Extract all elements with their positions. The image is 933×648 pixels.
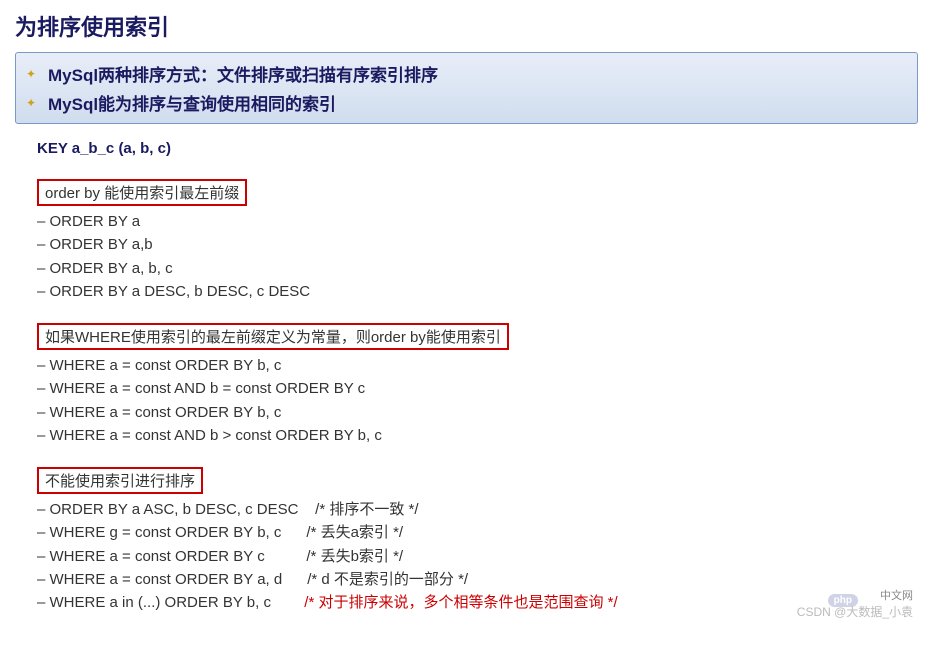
- line-text: – WHERE a = const AND b > const ORDER BY…: [37, 427, 382, 444]
- line-text: – ORDER BY a,b: [37, 236, 153, 253]
- callout-item: ✦ MySql能为排序与查询使用相同的索引: [26, 88, 907, 117]
- line-text: – WHERE a = const AND b = const ORDER BY…: [37, 380, 365, 397]
- line-text: – ORDER BY a: [37, 213, 140, 230]
- line-comment: /* d 不是索引的一部分 */: [307, 571, 468, 588]
- line-text: – WHERE a in (...) ORDER BY b, c: [37, 594, 304, 611]
- code-line: – ORDER BY a ASC, b DESC, c DESC /* 排序不一…: [37, 498, 918, 521]
- line-comment: /* 丢失b索引 */: [306, 548, 403, 565]
- callout-text: MySql能为排序与查询使用相同的索引: [48, 90, 336, 115]
- line-comment: /* 排序不一致 */: [315, 501, 418, 518]
- key-definition: KEY a_b_c (a, b, c): [37, 140, 918, 157]
- code-line: – WHERE a = const ORDER BY b, c: [37, 401, 918, 424]
- bullet-icon: ✦: [26, 96, 40, 110]
- code-line: – WHERE a = const AND b = const ORDER BY…: [37, 377, 918, 400]
- line-text: – WHERE a = const ORDER BY a, d: [37, 571, 307, 588]
- callout-item: ✦ MySql两种排序方式：文件排序或扫描有序索引排序: [26, 59, 907, 88]
- code-line: – WHERE a = const ORDER BY a, d /* d 不是索…: [37, 568, 918, 591]
- code-line: – WHERE a = const ORDER BY c /* 丢失b索引 */: [37, 545, 918, 568]
- watermark-cnnet: 中文网: [880, 587, 913, 603]
- line-text: – WHERE a = const ORDER BY c: [37, 548, 306, 565]
- section: 不能使用索引进行排序 – ORDER BY a ASC, b DESC, c DE…: [37, 467, 918, 614]
- section-header: 不能使用索引进行排序: [37, 467, 203, 494]
- line-text: – ORDER BY a DESC, b DESC, c DESC: [37, 283, 310, 300]
- line-text: – ORDER BY a ASC, b DESC, c DESC: [37, 501, 315, 518]
- callout-text: MySql两种排序方式：文件排序或扫描有序索引排序: [48, 61, 438, 86]
- line-comment: /* 丢失a索引 */: [306, 524, 403, 541]
- callout-box: ✦ MySql两种排序方式：文件排序或扫描有序索引排序 ✦ MySql能为排序与…: [15, 52, 918, 124]
- code-line: – WHERE a = const AND b > const ORDER BY…: [37, 424, 918, 447]
- code-line: – ORDER BY a, b, c: [37, 257, 918, 280]
- section: order by 能使用索引最左前缀 – ORDER BY a – ORDER BY…: [37, 179, 918, 303]
- code-line: – WHERE a = const ORDER BY b, c: [37, 354, 918, 377]
- section: 如果WHERE使用索引的最左前缀定义为常量，则order by能使用索引 – WH…: [37, 323, 918, 447]
- code-line: – WHERE a in (...) ORDER BY b, c /* 对于排序…: [37, 591, 918, 614]
- watermark-csdn: CSDN @大数据_小袁: [797, 603, 913, 620]
- code-line: – ORDER BY a: [37, 210, 918, 233]
- line-text: – ORDER BY a, b, c: [37, 260, 173, 277]
- line-comment: /* 对于排序来说，多个相等条件也是范围查询 */: [304, 594, 617, 611]
- code-line: – ORDER BY a,b: [37, 233, 918, 256]
- section-header: order by 能使用索引最左前缀: [37, 179, 247, 206]
- line-text: – WHERE a = const ORDER BY b, c: [37, 404, 281, 421]
- line-text: – WHERE a = const ORDER BY b, c: [37, 357, 281, 374]
- bullet-icon: ✦: [26, 67, 40, 81]
- section-header: 如果WHERE使用索引的最左前缀定义为常量，则order by能使用索引: [37, 323, 509, 350]
- page-title: 为排序使用索引: [15, 10, 918, 42]
- line-text: – WHERE g = const ORDER BY b, c: [37, 524, 306, 541]
- code-line: – ORDER BY a DESC, b DESC, c DESC: [37, 280, 918, 303]
- code-line: – WHERE g = const ORDER BY b, c /* 丢失a索引…: [37, 521, 918, 544]
- content-area: KEY a_b_c (a, b, c) order by 能使用索引最左前缀 – …: [15, 140, 918, 614]
